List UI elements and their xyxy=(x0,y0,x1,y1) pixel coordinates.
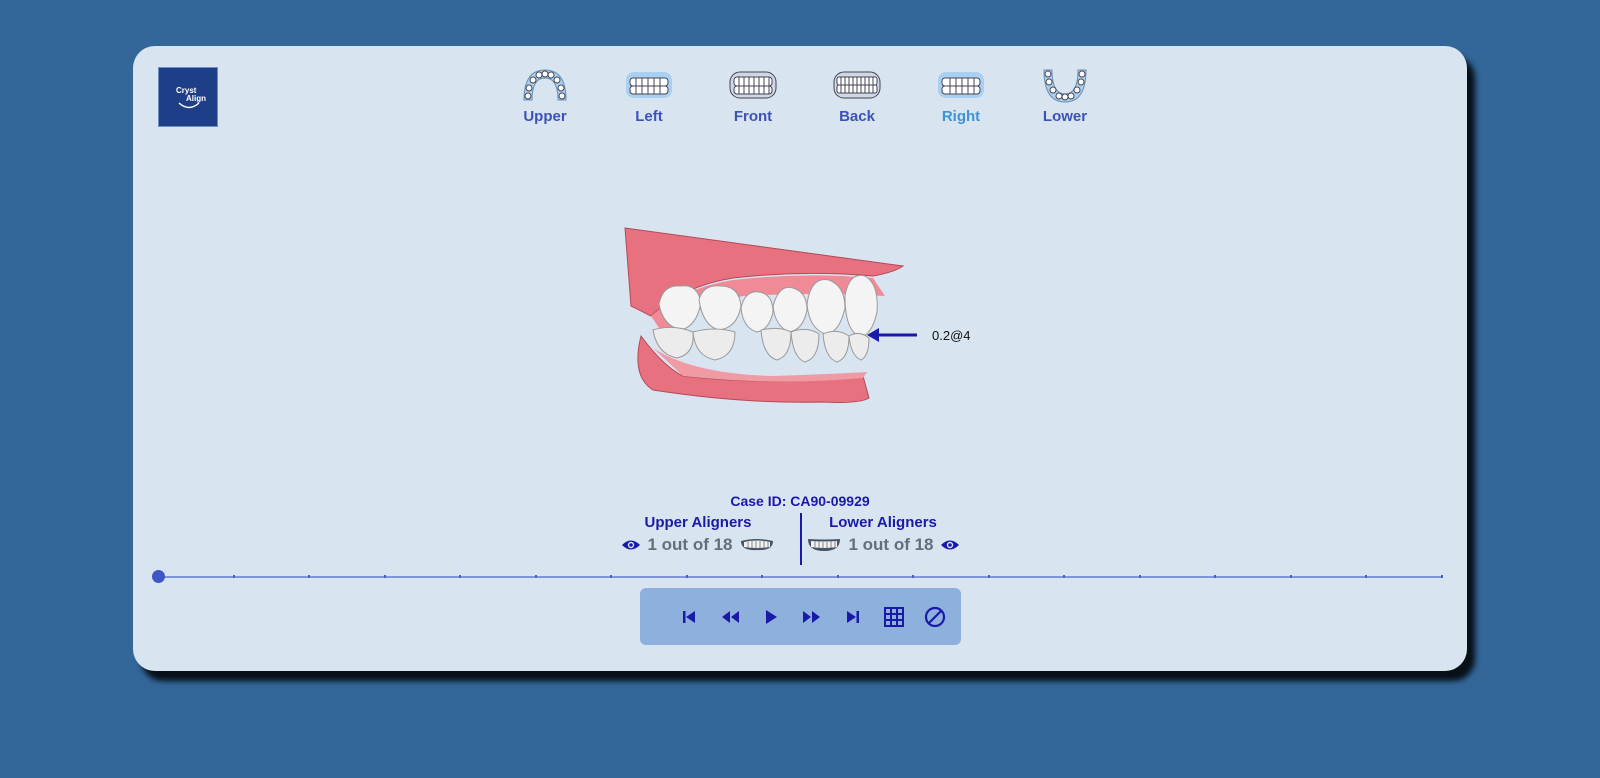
timeline-tick[interactable] xyxy=(912,575,914,578)
lower-aligners: Lower Aligners 1 out of 18 xyxy=(793,514,973,555)
timeline-tick[interactable] xyxy=(1063,575,1065,578)
view-right[interactable]: Right xyxy=(909,66,1013,125)
upper-aligners-title: Upper Aligners xyxy=(644,514,752,531)
first-step-icon xyxy=(682,610,695,623)
view-lower[interactable]: Lower xyxy=(1013,66,1117,125)
step-timeline[interactable] xyxy=(152,570,1443,583)
view-front-label: Front xyxy=(733,108,773,125)
last-step-button[interactable] xyxy=(832,597,873,637)
view-upper-label: Upper xyxy=(523,108,567,125)
view-back-label: Back xyxy=(839,108,875,125)
eye-icon[interactable] xyxy=(940,538,960,552)
view-left-label: Left xyxy=(635,108,663,125)
view-lower-label: Lower xyxy=(1042,108,1088,125)
timeline-handle[interactable] xyxy=(152,570,165,583)
timeline-tick[interactable] xyxy=(686,575,688,578)
view-right-label: Right xyxy=(941,108,981,125)
rewind-button[interactable] xyxy=(709,597,750,637)
timeline-tick[interactable] xyxy=(233,575,235,578)
attachments-toggle-button[interactable] xyxy=(914,597,955,637)
view-front[interactable]: Front xyxy=(701,66,805,125)
upper-aligners: Upper Aligners 1 out of 18 xyxy=(608,514,788,555)
rewind-icon xyxy=(721,610,739,623)
timeline-tick[interactable] xyxy=(610,575,612,578)
right-view-icon xyxy=(938,72,984,98)
viewer-panel: Cryst Align Upper Left Front Back Right … xyxy=(133,46,1467,671)
upper-arch-icon xyxy=(523,69,567,101)
movement-annotation: 0.2@4 xyxy=(932,328,971,343)
left-view-icon xyxy=(626,72,672,98)
timeline-tick[interactable] xyxy=(459,575,461,578)
front-view-icon xyxy=(729,71,777,99)
last-step-icon xyxy=(846,610,859,623)
timeline-tick[interactable] xyxy=(988,575,990,578)
view-upper[interactable]: Upper xyxy=(493,66,597,125)
upper-aligner-count: 1 out of 18 xyxy=(647,535,733,554)
timeline-tick[interactable] xyxy=(308,575,310,578)
fast-forward-icon xyxy=(802,610,820,623)
lower-arch-icon xyxy=(1043,69,1087,103)
view-left[interactable]: Left xyxy=(597,66,701,125)
timeline-tick[interactable] xyxy=(761,575,763,578)
play-button[interactable] xyxy=(750,597,791,637)
grid-icon xyxy=(883,606,904,627)
cryst-align-logo: Cryst Align xyxy=(158,67,218,127)
timeline-tick[interactable] xyxy=(384,575,386,578)
first-step-button[interactable] xyxy=(668,597,709,637)
grid-toggle-button[interactable] xyxy=(873,597,914,637)
play-icon xyxy=(765,609,777,624)
timeline-tick[interactable] xyxy=(1139,575,1141,578)
view-selector: Upper Left Front Back Right Lower xyxy=(493,66,1117,125)
timeline-tick[interactable] xyxy=(1290,575,1292,578)
lower-aligners-title: Lower Aligners xyxy=(829,514,937,531)
playback-controls xyxy=(640,588,961,645)
no-attachments-icon xyxy=(924,606,945,627)
lower-teeth-icon xyxy=(808,539,841,551)
timeline-tick[interactable] xyxy=(837,575,839,578)
eye-icon[interactable] xyxy=(621,538,641,552)
timeline-tick[interactable] xyxy=(535,575,537,578)
lower-aligner-count: 1 out of 18 xyxy=(848,535,934,554)
smile-icon xyxy=(178,102,200,109)
view-back[interactable]: Back xyxy=(805,66,909,125)
dental-model-3d[interactable] xyxy=(623,226,983,426)
back-view-icon xyxy=(833,71,881,99)
timeline-tick[interactable] xyxy=(1365,575,1367,578)
case-id: Case ID: CA90-09929 xyxy=(730,493,870,509)
fast-forward-button[interactable] xyxy=(791,597,832,637)
upper-teeth-icon xyxy=(740,539,773,551)
timeline-tick[interactable] xyxy=(1441,575,1443,578)
timeline-tick[interactable] xyxy=(1214,575,1216,578)
